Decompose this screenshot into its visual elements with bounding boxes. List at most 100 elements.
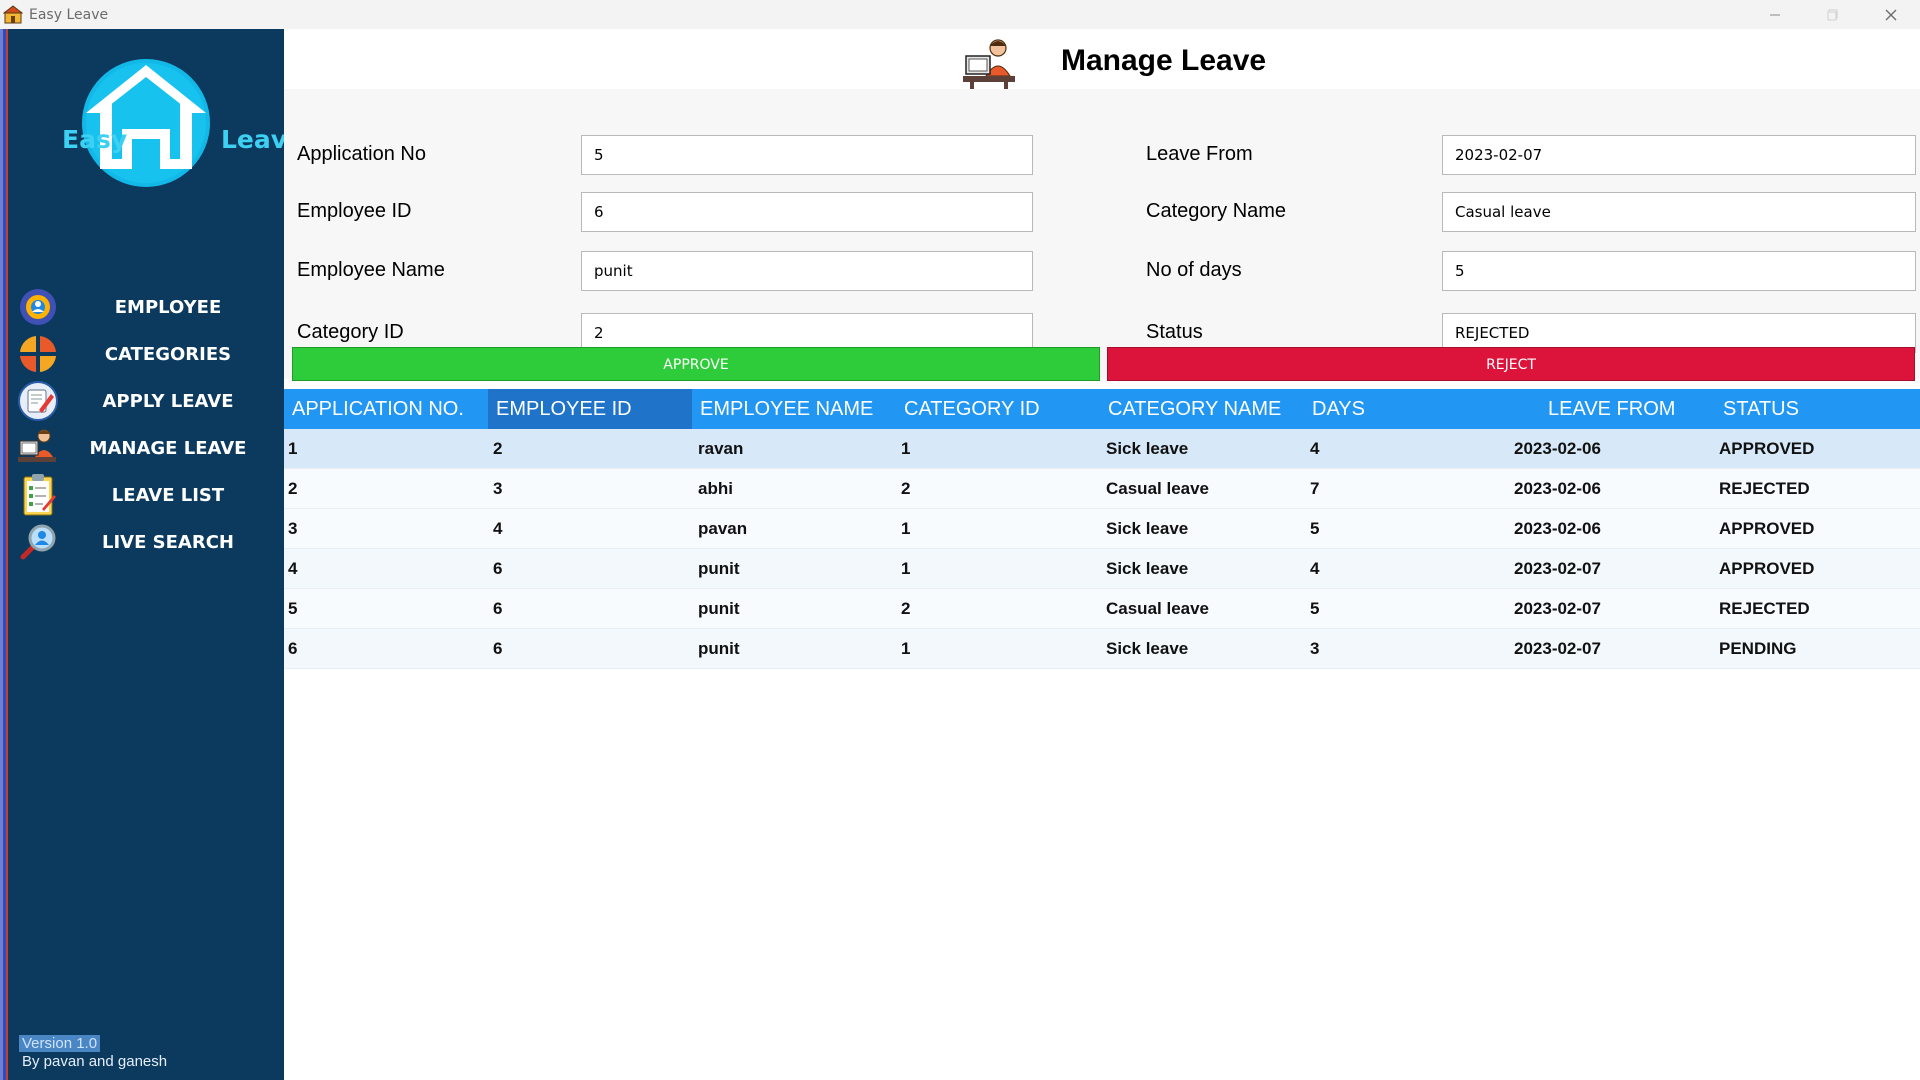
employee-name-field[interactable]: punit (581, 251, 1033, 291)
sidebar-item-leave-list[interactable]: LEAVE LIST (16, 473, 276, 517)
magnifier-user-icon (16, 520, 60, 564)
column-header[interactable]: CATEGORY ID (896, 389, 1100, 429)
cell-status: PENDING (1719, 639, 1797, 658)
employee-id-field[interactable]: 6 (581, 192, 1033, 232)
cell-employee-id: 6 (493, 639, 503, 658)
cell-employee-name: pavan (698, 519, 748, 538)
sidebar-item-manage-leave[interactable]: MANAGE LEAVE (16, 426, 276, 470)
table-row[interactable]: 4 6 punit 1 Sick leave 4 2023-02-07 APPR… (284, 549, 1920, 589)
cell-employee-name: ravan (698, 439, 744, 458)
cell-leave-from: 2023-02-06 (1514, 519, 1601, 538)
cell-status: APPROVED (1719, 559, 1815, 578)
cell-employee-name: punit (698, 639, 740, 658)
no-of-days-field[interactable]: 5 (1442, 251, 1916, 291)
cell-category-id: 2 (901, 599, 911, 618)
approve-button[interactable]: APPROVE (292, 347, 1100, 381)
cell-days: 3 (1310, 639, 1320, 658)
leave-from-label: Leave From (1146, 143, 1253, 165)
column-header[interactable]: DAYS (1304, 389, 1508, 429)
sidebar-item-label: APPLY LEAVE (102, 390, 234, 412)
cell-days: 4 (1310, 559, 1320, 578)
cell-leave-from: 2023-02-07 (1514, 599, 1601, 618)
maximize-icon[interactable] (1804, 0, 1862, 29)
cell-leave-from: 2023-02-07 (1514, 559, 1601, 578)
minimize-icon[interactable] (1746, 0, 1804, 29)
sidebar-item-employee[interactable]: EMPLOYEE (16, 285, 276, 329)
table-row[interactable]: 6 6 punit 1 Sick leave 3 2023-02-07 PEND… (284, 629, 1920, 669)
cell-leave-from: 2023-02-07 (1514, 639, 1601, 658)
sidebar-item-live-search[interactable]: LIVE SEARCH (16, 520, 276, 564)
author-byline: By pavan and ganesh (22, 1053, 168, 1070)
cell-category-name: Sick leave (1106, 559, 1189, 578)
logo-text-easy: Easy (62, 125, 128, 154)
cell-employee-id: 4 (493, 519, 503, 538)
application-no-field[interactable]: 5 (581, 135, 1033, 175)
leave-from-field[interactable]: 2023-02-07 (1442, 135, 1916, 175)
cell-application-no: 2 (288, 479, 298, 498)
window-controls (1746, 0, 1920, 29)
edit-document-icon (16, 379, 60, 423)
table-row[interactable]: 3 4 pavan 1 Sick leave 5 2023-02-06 APPR… (284, 509, 1920, 549)
reject-button[interactable]: REJECT (1107, 347, 1915, 381)
cell-category-id: 1 (901, 519, 911, 538)
sidebar-item-label: MANAGE LEAVE (89, 437, 247, 459)
cell-employee-name: abhi (698, 479, 733, 498)
table-row[interactable]: 2 3 abhi 2 Casual leave 7 2023-02-06 REJ… (284, 469, 1920, 509)
employee-name-label: Employee Name (297, 259, 445, 281)
column-header[interactable]: CATEGORY NAME (1100, 389, 1304, 429)
cell-category-id: 1 (901, 439, 911, 458)
column-header[interactable]: EMPLOYEE ID (488, 389, 692, 429)
category-name-field[interactable]: Casual leave (1442, 192, 1916, 232)
window-title: Easy Leave (29, 6, 109, 23)
cell-days: 5 (1310, 519, 1320, 538)
sidebar-item-label: LEAVE LIST (111, 484, 225, 506)
cell-application-no: 4 (288, 559, 298, 578)
cell-days: 7 (1310, 479, 1320, 498)
table-header: APPLICATION NO. EMPLOYEE ID EMPLOYEE NAM… (284, 389, 1920, 429)
column-header[interactable]: STATUS (1712, 389, 1920, 429)
leave-form: Application No 5 Employee ID 6 Employee … (284, 89, 1920, 379)
house-icon (82, 59, 210, 187)
cell-days: 4 (1310, 439, 1320, 458)
sidebar-item-apply-leave[interactable]: APPLY LEAVE (16, 379, 276, 423)
sidebar-item-label: CATEGORIES (104, 343, 232, 365)
person-at-computer-icon (16, 426, 60, 470)
person-at-computer-icon (963, 39, 1015, 90)
employee-gear-icon (16, 285, 60, 329)
cell-category-name: Casual leave (1106, 479, 1210, 498)
status-label: Status (1146, 321, 1203, 343)
version-label: Version 1.0 (19, 1035, 101, 1052)
window-titlebar: Easy Leave (0, 0, 1920, 29)
cell-application-no: 3 (288, 519, 298, 538)
category-name-label: Category Name (1146, 200, 1287, 222)
cell-leave-from: 2023-02-06 (1514, 439, 1601, 458)
cell-category-name: Sick leave (1106, 519, 1189, 538)
cell-category-name: Sick leave (1106, 439, 1189, 458)
column-header[interactable]: LEAVE FROM (1508, 389, 1712, 429)
cell-employee-id: 3 (493, 479, 503, 498)
cell-status: APPROVED (1719, 519, 1815, 538)
column-header[interactable]: EMPLOYEE NAME (692, 389, 896, 429)
cell-days: 5 (1310, 599, 1320, 618)
cell-employee-id: 6 (493, 599, 503, 618)
cell-application-no: 6 (288, 639, 298, 658)
cell-employee-name: punit (698, 559, 740, 578)
cell-category-name: Casual leave (1106, 599, 1210, 618)
table-row[interactable]: 1 2 ravan 1 Sick leave 4 2023-02-06 APPR… (284, 429, 1920, 469)
close-icon[interactable] (1862, 0, 1920, 29)
sidebar-item-label: EMPLOYEE (114, 296, 222, 318)
page-title: Manage Leave (1061, 44, 1267, 77)
cell-application-no: 5 (288, 599, 298, 618)
table-row[interactable]: 5 6 punit 2 Casual leave 5 2023-02-07 RE… (284, 589, 1920, 629)
sidebar-item-categories[interactable]: CATEGORIES (16, 332, 276, 376)
main-panel: Manage Leave Application No 5 Employee I… (284, 29, 1920, 1080)
no-of-days-label: No of days (1146, 259, 1242, 281)
application-no-label: Application No (297, 143, 426, 165)
column-header[interactable]: APPLICATION NO. (284, 389, 488, 429)
sidebar: Easy Leave EMPLOYEE CATEGORIES APPLY LEA… (0, 29, 304, 1080)
cell-category-id: 2 (901, 479, 911, 498)
category-id-label: Category ID (297, 321, 404, 343)
cell-status: REJECTED (1719, 479, 1810, 498)
app-house-icon (3, 4, 23, 23)
pie-chart-icon (16, 332, 60, 376)
